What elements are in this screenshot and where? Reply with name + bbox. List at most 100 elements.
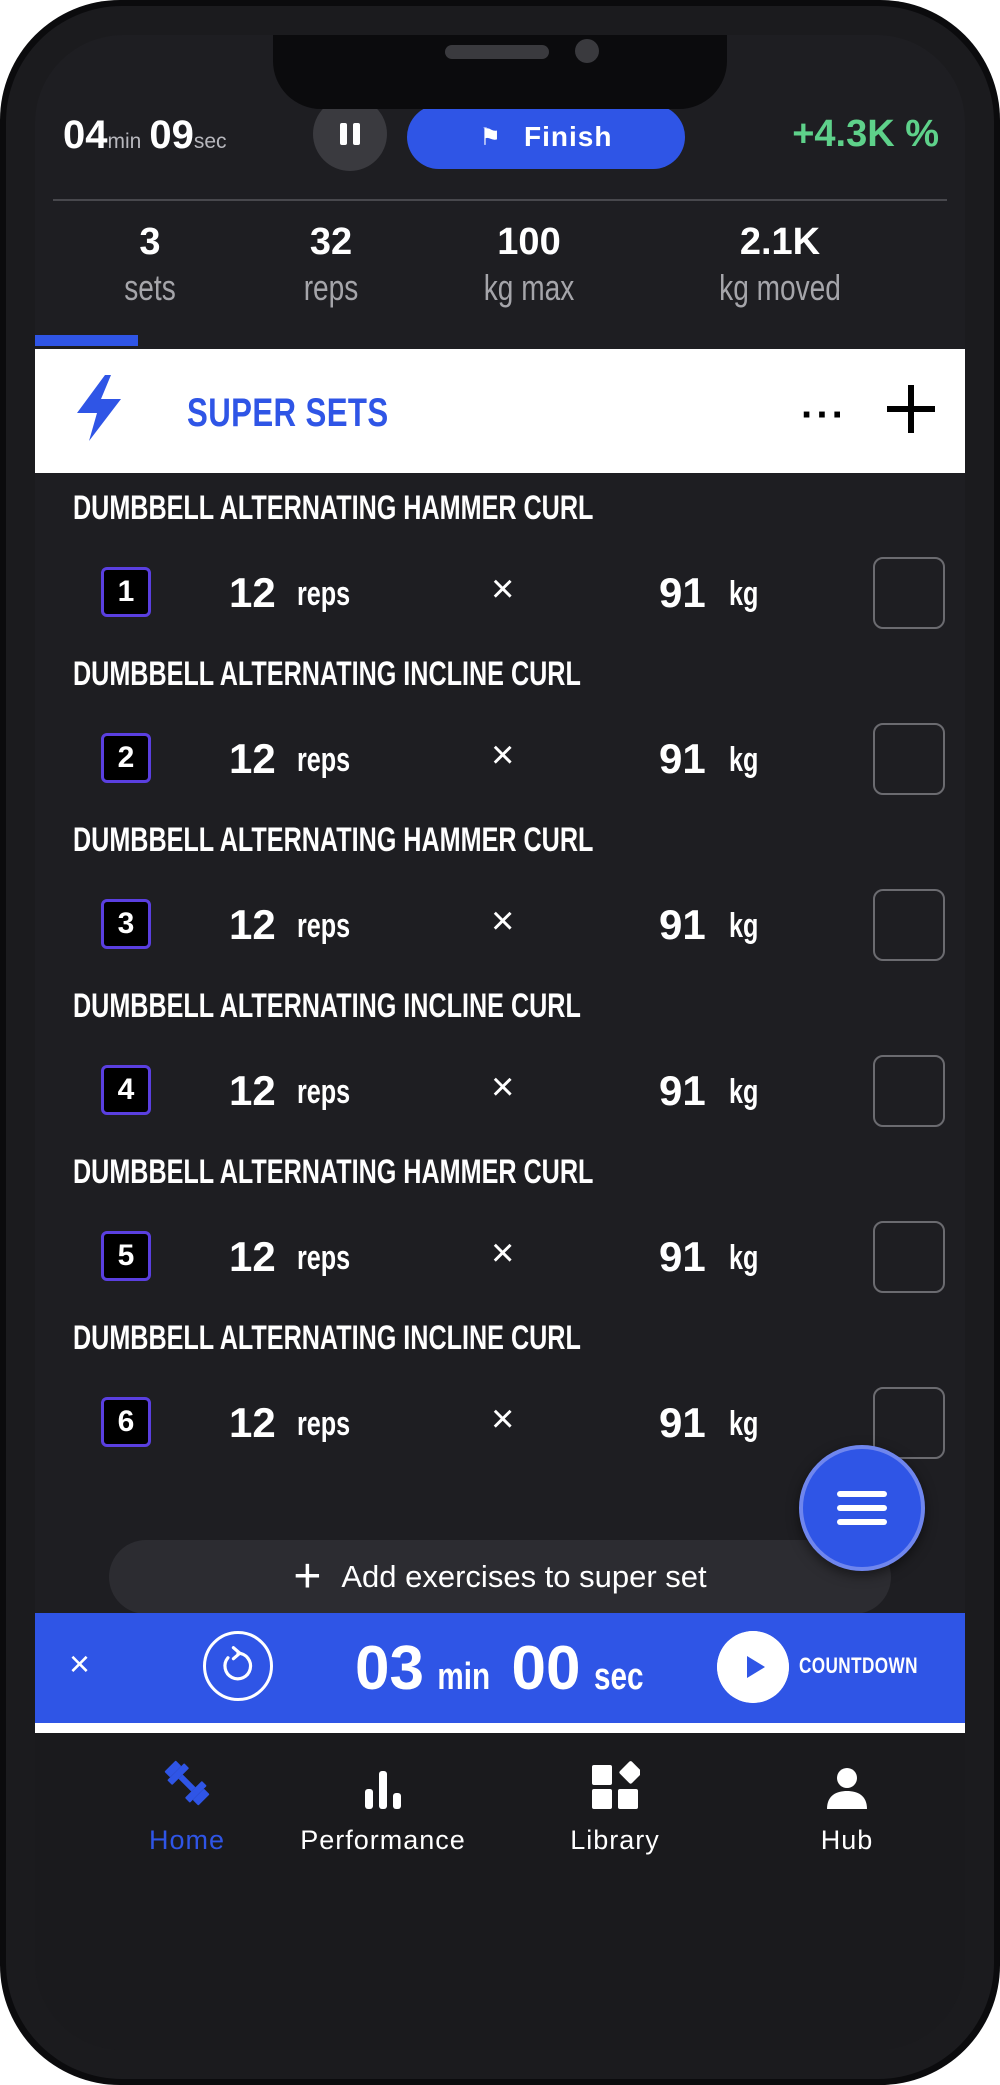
pause-icon <box>340 123 347 145</box>
stat-sets[interactable]: 3 sets <box>90 219 210 311</box>
reps-unit: reps <box>297 1405 351 1443</box>
set-number[interactable]: 3 <box>101 899 151 949</box>
nav-library[interactable]: Library <box>525 1751 705 1856</box>
countdown-seconds-unit: sec <box>593 1656 643 1698</box>
person-icon <box>827 1768 867 1809</box>
finish-label: Finish <box>524 121 613 152</box>
nav-performance[interactable]: Performance <box>293 1751 473 1856</box>
set-number[interactable]: 1 <box>101 567 151 617</box>
reps-unit: reps <box>297 907 351 945</box>
stats-tab-indicator <box>35 335 138 346</box>
times-symbol: × <box>491 1231 515 1275</box>
weight-unit: kg <box>729 575 759 613</box>
weight-value[interactable]: 91 <box>659 735 706 783</box>
stat-label: sets <box>124 267 176 308</box>
set-complete-checkbox[interactable] <box>873 889 945 961</box>
exercise-title: DUMBBELL ALTERNATING INCLINE CURL <box>73 1319 581 1357</box>
set-row: 1 12 reps × 91 kg <box>35 557 965 631</box>
times-symbol: × <box>491 567 515 611</box>
workout-stats: 3 sets 32 reps 100 kg max 2.1K kg moved <box>35 219 965 329</box>
reps-unit: reps <box>297 741 351 779</box>
super-sets-header: SUPER SETS ··· <box>35 349 965 473</box>
stat-label: reps <box>303 267 359 308</box>
reps-value[interactable]: 12 <box>229 901 276 949</box>
times-symbol: × <box>491 899 515 943</box>
stat-reps[interactable]: 32 reps <box>261 219 401 311</box>
weight-value[interactable]: 91 <box>659 901 706 949</box>
set-complete-checkbox[interactable] <box>873 1055 945 1127</box>
reps-value[interactable]: 12 <box>229 1233 276 1281</box>
set-number[interactable]: 6 <box>101 1397 151 1447</box>
hamburger-menu-icon-line <box>837 1505 887 1511</box>
reps-value[interactable]: 12 <box>229 1399 276 1447</box>
countdown-bar-underline <box>35 1723 965 1733</box>
play-icon[interactable] <box>717 1631 789 1703</box>
set-row: 3 12 reps × 91 kg <box>35 889 965 963</box>
lightning-bolt-icon <box>77 375 121 441</box>
progress-percent: +4.3K % <box>792 113 939 155</box>
header-divider <box>53 199 947 201</box>
weight-unit: kg <box>729 1073 759 1111</box>
timer-minutes-unit: min <box>107 130 142 153</box>
add-plus-icon[interactable] <box>881 379 941 439</box>
countdown-label[interactable]: COUNTDOWN <box>799 1653 918 1679</box>
stat-value: 100 <box>497 221 561 263</box>
nav-hub[interactable]: Hub <box>757 1751 937 1856</box>
stat-label: kg moved <box>719 267 841 308</box>
stat-value: 3 <box>139 221 161 263</box>
weight-value[interactable]: 91 <box>659 1067 706 1115</box>
reset-timer-icon[interactable] <box>203 1631 273 1701</box>
weight-value[interactable]: 91 <box>659 1399 706 1447</box>
set-row: 5 12 reps × 91 kg <box>35 1221 965 1295</box>
exercise-title: DUMBBELL ALTERNATING HAMMER CURL <box>73 1153 594 1191</box>
weight-unit: kg <box>729 741 759 779</box>
set-row: 4 12 reps × 91 kg <box>35 1055 965 1129</box>
nav-label: Library <box>570 1825 660 1855</box>
set-number[interactable]: 5 <box>101 1231 151 1281</box>
timer-minutes: 04 <box>63 113 108 157</box>
stat-kg-max[interactable]: 100 kg max <box>439 219 619 311</box>
exercise-title: DUMBBELL ALTERNATING HAMMER CURL <box>73 489 594 527</box>
dumbbell-icon <box>164 1760 210 1806</box>
weight-unit: kg <box>729 907 759 945</box>
stat-label: kg max <box>483 267 575 308</box>
device-notch <box>273 35 727 109</box>
more-options-button[interactable]: ··· <box>801 393 847 438</box>
set-row: 2 12 reps × 91 kg <box>35 723 965 797</box>
hamburger-menu-icon-line <box>837 1519 887 1525</box>
super-sets-title: SUPER SETS <box>187 391 389 435</box>
weight-unit: kg <box>729 1239 759 1277</box>
exercise-title: DUMBBELL ALTERNATING INCLINE CURL <box>73 655 581 693</box>
reps-value[interactable]: 12 <box>229 735 276 783</box>
stat-kg-moved[interactable]: 2.1K kg moved <box>675 219 885 311</box>
set-complete-checkbox[interactable] <box>873 557 945 629</box>
weight-value[interactable]: 91 <box>659 569 706 617</box>
weight-value[interactable]: 91 <box>659 1233 706 1281</box>
reps-unit: reps <box>297 1239 351 1277</box>
nav-home[interactable]: Home <box>97 1751 277 1856</box>
set-complete-checkbox[interactable] <box>873 1221 945 1293</box>
set-row: 6 12 reps × 91 kg <box>35 1387 965 1461</box>
library-grid-icon <box>592 1761 640 1809</box>
finish-button[interactable]: ⚑ Finish <box>407 105 685 169</box>
times-symbol: × <box>491 1065 515 1109</box>
set-number[interactable]: 4 <box>101 1065 151 1115</box>
phone-frame: 04min 09sec ⚑ Finish +4.3K % 3 sets 32 re… <box>0 0 1000 2085</box>
menu-fab-button[interactable] <box>799 1445 925 1571</box>
nav-label: Performance <box>300 1825 466 1855</box>
countdown-minutes: 03 <box>355 1634 424 1703</box>
exercise-title: DUMBBELL ALTERNATING HAMMER CURL <box>73 821 594 859</box>
speaker-grille <box>445 45 549 59</box>
close-countdown-button[interactable]: × <box>69 1643 90 1685</box>
stat-value: 2.1K <box>739 221 821 263</box>
countdown-bar: × 03 min 00 sec COUNTDOWN <box>35 1613 965 1723</box>
reps-value[interactable]: 12 <box>229 1067 276 1115</box>
add-exercises-button[interactable]: + Add exercises to super set <box>109 1540 891 1614</box>
plus-icon: + <box>293 1550 322 1603</box>
set-number[interactable]: 2 <box>101 733 151 783</box>
set-complete-checkbox[interactable] <box>873 723 945 795</box>
countdown-seconds: 00 <box>511 1634 581 1703</box>
countdown-minutes-unit: min <box>437 1656 491 1698</box>
app-screen: 04min 09sec ⚑ Finish +4.3K % 3 sets 32 re… <box>35 35 965 2050</box>
reps-value[interactable]: 12 <box>229 569 276 617</box>
